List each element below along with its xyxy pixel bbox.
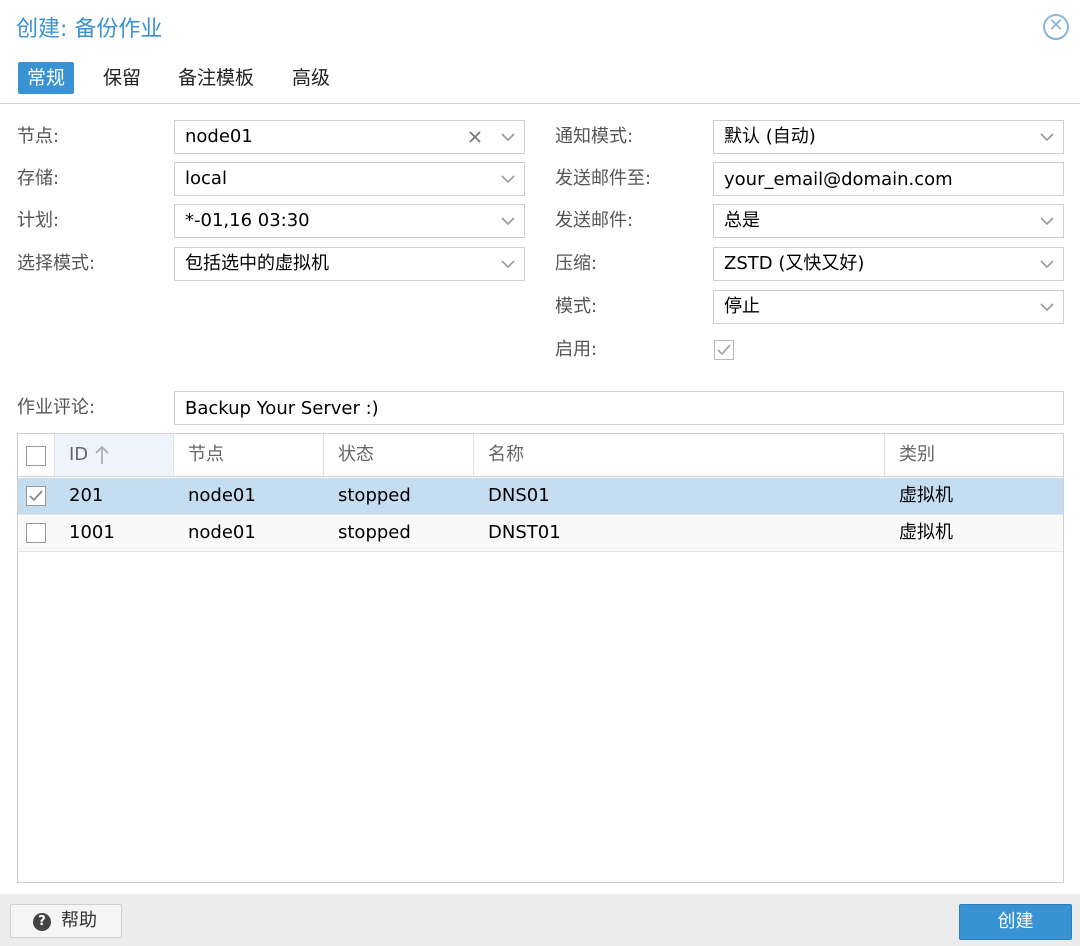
cell-type: 虚拟机 <box>899 522 953 543</box>
chevron-down-icon[interactable] <box>1030 121 1064 153</box>
chevron-down-icon[interactable] <box>491 163 525 195</box>
vm-grid: ID 节点 状态 名称 类别 201 node01 stopped DNS01 … <box>17 433 1064 883</box>
chevron-down-icon[interactable] <box>491 121 525 153</box>
table-row[interactable]: 1001 node01 stopped DNST01 虚拟机 <box>18 515 1063 552</box>
comment-label: 作业评论: <box>17 397 96 418</box>
row-checkbox[interactable] <box>26 486 46 506</box>
column-header-status[interactable]: 状态 <box>324 434 474 476</box>
storage-select[interactable]: local <box>174 162 525 196</box>
clear-icon[interactable] <box>460 121 490 153</box>
tab-retention[interactable]: 保留 <box>94 62 150 94</box>
cell-node: node01 <box>188 485 256 506</box>
chevron-down-icon[interactable] <box>491 248 525 280</box>
selection-mode-label: 选择模式: <box>17 253 96 274</box>
compression-select[interactable]: ZSTD (又快又好) <box>713 247 1064 281</box>
chevron-down-icon[interactable] <box>1030 291 1064 323</box>
tab-notes-template[interactable]: 备注模板 <box>169 62 263 94</box>
compression-value: ZSTD (又快又好) <box>724 253 865 274</box>
help-button[interactable]: ? 帮助 <box>10 904 122 938</box>
column-header-id[interactable]: ID <box>55 434 174 476</box>
selection-mode-select[interactable]: 包括选中的虚拟机 <box>174 247 525 281</box>
cell-status: stopped <box>338 522 411 543</box>
cell-id: 1001 <box>69 522 115 543</box>
checkmark-icon <box>717 344 731 356</box>
create-button[interactable]: 创建 <box>959 904 1072 940</box>
row-checkbox[interactable] <box>26 523 46 543</box>
grid-header: ID 节点 状态 名称 类别 <box>18 434 1063 477</box>
dialog-footer: ? 帮助 创建 <box>0 894 1080 946</box>
cell-node: node01 <box>188 522 256 543</box>
mode-select[interactable]: 停止 <box>713 290 1064 324</box>
storage-label: 存储: <box>17 168 60 189</box>
tab-advanced[interactable]: 高级 <box>283 62 339 94</box>
tab-bar: 常规 保留 备注模板 高级 <box>0 56 1080 104</box>
column-header-type[interactable]: 类别 <box>885 434 1063 476</box>
chevron-down-icon[interactable] <box>1030 248 1064 280</box>
chevron-down-icon[interactable] <box>491 205 525 237</box>
close-icon[interactable]: ✕ <box>1043 14 1069 40</box>
selection-mode-value: 包括选中的虚拟机 <box>185 253 329 274</box>
node-value: node01 <box>185 126 253 147</box>
enabled-label: 启用: <box>555 339 598 360</box>
cell-name: DNS01 <box>488 485 550 506</box>
mode-value: 停止 <box>724 296 760 317</box>
checkmark-icon <box>29 490 43 502</box>
node-label: 节点: <box>17 126 60 147</box>
question-circle-icon: ? <box>33 913 51 931</box>
cell-name: DNST01 <box>488 522 561 543</box>
column-header-node[interactable]: 节点 <box>174 434 324 476</box>
schedule-label: 计划: <box>17 210 60 231</box>
schedule-value: *-01,16 03:30 <box>185 210 310 231</box>
cell-type: 虚拟机 <box>899 485 953 506</box>
schedule-select[interactable]: *-01,16 03:30 <box>174 204 525 238</box>
node-select[interactable]: node01 <box>174 120 525 154</box>
send-email-value: 总是 <box>724 210 760 231</box>
compression-label: 压缩: <box>555 253 598 274</box>
cell-status: stopped <box>338 485 411 506</box>
dialog-title: 创建: 备份作业 <box>16 17 163 42</box>
chevron-down-icon[interactable] <box>1030 205 1064 237</box>
comment-field[interactable] <box>174 391 1064 425</box>
cell-id: 201 <box>69 485 104 506</box>
storage-value: local <box>185 168 227 189</box>
help-button-label: 帮助 <box>61 910 97 931</box>
tab-general[interactable]: 常规 <box>18 62 75 94</box>
enabled-checkbox[interactable] <box>714 340 734 360</box>
email-field[interactable] <box>713 162 1064 196</box>
send-email-to-label: 发送邮件至: <box>555 168 652 189</box>
arrow-up-icon <box>95 445 109 464</box>
notification-mode-value: 默认 (自动) <box>724 126 816 147</box>
mode-label: 模式: <box>555 296 598 317</box>
select-all-column <box>18 434 55 476</box>
send-email-label: 发送邮件: <box>555 210 634 231</box>
dialog-header: 创建: 备份作业 ✕ <box>0 0 1080 52</box>
send-email-select[interactable]: 总是 <box>713 204 1064 238</box>
select-all-checkbox[interactable] <box>26 446 46 466</box>
column-header-name[interactable]: 名称 <box>474 434 885 476</box>
notification-mode-select[interactable]: 默认 (自动) <box>713 120 1064 154</box>
column-header-id-label: ID <box>69 444 89 465</box>
table-row[interactable]: 201 node01 stopped DNS01 虚拟机 <box>18 478 1063 515</box>
notification-mode-label: 通知模式: <box>555 126 634 147</box>
